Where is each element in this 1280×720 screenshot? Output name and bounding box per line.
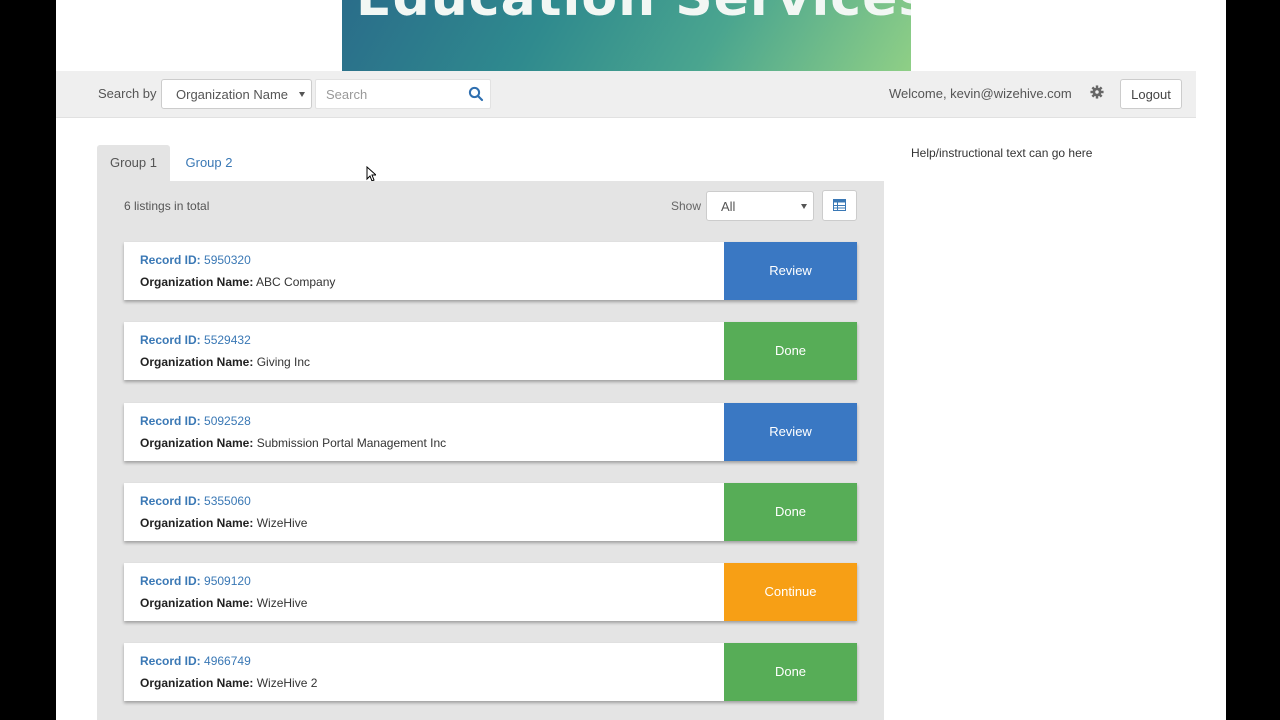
organization-name-value: Giving Inc xyxy=(256,355,311,369)
tab-group-1[interactable]: Group 1 xyxy=(97,145,170,181)
record-id-label: Record ID: xyxy=(140,333,201,347)
chevron-down-icon xyxy=(299,92,305,97)
show-filter-select[interactable]: All xyxy=(706,191,814,221)
record-id-value: 5092528 xyxy=(204,414,251,428)
review-button[interactable]: Review xyxy=(724,242,857,300)
show-filter-value: All xyxy=(721,199,736,214)
record-card[interactable]: Record ID: 4966749 Organization Name: Wi… xyxy=(124,643,857,701)
record-card[interactable]: Record ID: 5950320 Organization Name: AB… xyxy=(124,242,857,300)
organization-name-label: Organization Name: xyxy=(140,676,254,690)
organization-name-label: Organization Name: xyxy=(140,516,254,530)
search-by-label: Search by xyxy=(98,86,157,101)
record-id-label: Record ID: xyxy=(140,574,201,588)
page-viewport: Education Services Search by Organizatio… xyxy=(56,0,1226,720)
organization-name-label: Organization Name: xyxy=(140,596,254,610)
record-id-label: Record ID: xyxy=(140,414,201,428)
banner-title: Education Services xyxy=(356,0,911,28)
record-id-value: 5950320 xyxy=(204,253,251,267)
done-button[interactable]: Done xyxy=(724,643,857,701)
organization-name-value: Submission Portal Management Inc xyxy=(256,436,447,450)
search-input[interactable] xyxy=(316,80,466,108)
organization-name-value: ABC Company xyxy=(256,275,336,289)
organization-name-label: Organization Name: xyxy=(140,275,254,289)
record-id-value: 5529432 xyxy=(204,333,251,347)
search-field-value: Organization Name xyxy=(176,87,288,102)
logout-button[interactable]: Logout xyxy=(1120,79,1182,109)
help-text: Help/instructional text can go here xyxy=(911,146,1093,160)
table-view-icon xyxy=(833,199,846,211)
listing-panel: 6 listings in total Show All Record ID: … xyxy=(97,181,884,720)
record-card[interactable]: Record ID: 5355060 Organization Name: Wi… xyxy=(124,483,857,541)
record-id-value: 9509120 xyxy=(204,574,251,588)
record-card[interactable]: Record ID: 9509120 Organization Name: Wi… xyxy=(124,563,857,621)
review-button[interactable]: Review xyxy=(724,403,857,461)
record-card[interactable]: Record ID: 5092528 Organization Name: Su… xyxy=(124,403,857,461)
header-banner: Education Services xyxy=(342,0,911,71)
show-label: Show xyxy=(671,199,702,213)
search-bar: Search by Organization Name Welcome, kev… xyxy=(56,71,1196,118)
organization-name-label: Organization Name: xyxy=(140,436,254,450)
search-icon[interactable] xyxy=(468,86,484,102)
continue-button[interactable]: Continue xyxy=(724,563,857,621)
tab-group-2[interactable]: Group 2 xyxy=(176,145,242,181)
organization-name-label: Organization Name: xyxy=(140,355,254,369)
organization-name-value: WizeHive xyxy=(256,596,308,610)
organization-name-value: WizeHive xyxy=(256,516,308,530)
search-box xyxy=(315,79,491,109)
record-card[interactable]: Record ID: 5529432 Organization Name: Gi… xyxy=(124,322,857,380)
record-id-value: 4966749 xyxy=(204,654,251,668)
welcome-text: Welcome, kevin@wizehive.com xyxy=(889,86,1072,101)
record-id-label: Record ID: xyxy=(140,494,201,508)
chevron-down-icon xyxy=(801,204,807,209)
organization-name-value: WizeHive 2 xyxy=(256,676,318,690)
mouse-pointer-icon xyxy=(366,166,376,182)
gear-icon[interactable] xyxy=(1090,85,1104,99)
listing-count: 6 listings in total xyxy=(124,199,210,213)
record-id-label: Record ID: xyxy=(140,654,201,668)
search-field-select[interactable]: Organization Name xyxy=(161,79,312,109)
table-view-button[interactable] xyxy=(822,190,857,221)
record-id-value: 5355060 xyxy=(204,494,251,508)
record-id-label: Record ID: xyxy=(140,253,201,267)
done-button[interactable]: Done xyxy=(724,322,857,380)
done-button[interactable]: Done xyxy=(724,483,857,541)
